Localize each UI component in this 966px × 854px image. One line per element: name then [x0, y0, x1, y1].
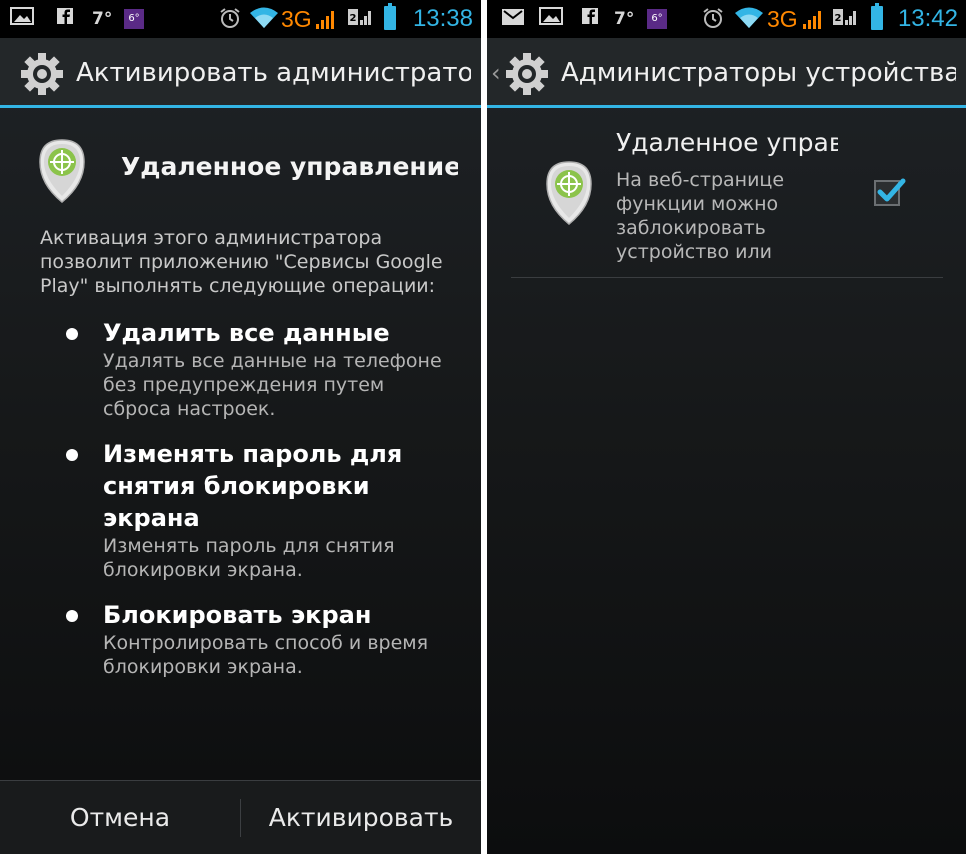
- status-bar: 7° 6° 3G 2 13:38: [0, 0, 481, 38]
- notification-badge: 6°: [124, 9, 144, 29]
- action-bar: ‹ Администраторы устройства: [487, 38, 966, 108]
- network-type: 3G: [281, 6, 312, 32]
- device-manager-icon: [39, 139, 85, 203]
- admin-list-item[interactable]: Удаленное управление Android На веб-стра…: [511, 118, 943, 278]
- permission-title: Изменять пароль для снятия блокировки эк…: [103, 440, 403, 532]
- device-admins-screen: 7° 6° 3G 2 13:42 ‹ Администраторы устрой…: [487, 0, 966, 854]
- gmail-icon: [501, 6, 527, 36]
- wifi-icon: [249, 6, 279, 38]
- permission-title: Блокировать экран: [103, 601, 372, 629]
- signal-icon: [803, 11, 823, 29]
- alarm-icon: [218, 6, 242, 38]
- admin-enabled-checkbox[interactable]: [874, 178, 906, 206]
- svg-text:2: 2: [835, 13, 842, 24]
- button-bar: Отмена Активировать: [0, 780, 481, 854]
- admin-description: Активация этого администратора позволит …: [40, 227, 443, 297]
- permission-description: Контролировать способ и время блокировки…: [103, 632, 429, 678]
- weather-temperature: 7°: [614, 9, 635, 29]
- facebook-icon: [56, 6, 76, 36]
- bullet: [66, 328, 78, 340]
- sim-signal-icon: 2: [347, 6, 373, 38]
- network-type: 3G: [767, 6, 798, 32]
- notification-badge: 6°: [647, 9, 667, 29]
- permission-title: Удалить все данные: [103, 319, 390, 347]
- admin-summary: На веб-странице функции можно заблокиров…: [616, 169, 785, 263]
- alarm-icon: [701, 6, 725, 38]
- permission-item: Изменять пароль для снятия блокировки эк…: [62, 438, 452, 582]
- action-bar: Активировать администрато...: [0, 38, 481, 108]
- bullet: [66, 610, 78, 622]
- status-bar: 7° 6° 3G 2 13:42: [487, 0, 966, 38]
- battery-icon: [871, 3, 883, 30]
- signal-icon: [316, 11, 336, 29]
- facebook-icon: [581, 6, 601, 36]
- bullet: [66, 449, 78, 461]
- permission-description: Удалять все данные на телефоне без преду…: [103, 350, 442, 420]
- settings-gear-icon[interactable]: [18, 50, 66, 98]
- activate-admin-screen: 7° 6° 3G 2 13:38 Активировать администра…: [0, 0, 481, 854]
- back-chevron-icon[interactable]: ‹: [491, 58, 501, 88]
- weather-temperature: 7°: [92, 9, 113, 29]
- admin-app-title: Удаленное управление Android: [121, 152, 458, 181]
- page-title: Администраторы устройства: [561, 58, 956, 88]
- cancel-button[interactable]: Отмена: [0, 781, 240, 854]
- permission-item: Блокировать экран Контролировать способ …: [62, 599, 452, 679]
- battery-icon: [384, 3, 396, 30]
- admin-title: Удаленное управление Android: [616, 128, 838, 157]
- gallery-icon: [539, 6, 565, 36]
- svg-text:2: 2: [350, 13, 357, 24]
- page-title: Активировать администрато...: [76, 58, 471, 88]
- status-time: 13:38: [412, 5, 473, 32]
- settings-gear-icon[interactable]: [503, 50, 551, 98]
- status-time: 13:42: [897, 5, 958, 32]
- sim-signal-icon: 2: [832, 6, 858, 38]
- wifi-icon: [734, 6, 764, 38]
- permission-item: Удалить все данные Удалять все данные на…: [62, 317, 452, 421]
- permission-description: Изменять пароль для снятия блокировки эк…: [103, 535, 395, 581]
- activate-button[interactable]: Активировать: [241, 781, 481, 854]
- check-icon: [877, 178, 906, 202]
- gallery-icon: [10, 6, 36, 36]
- device-manager-icon: [546, 161, 592, 225]
